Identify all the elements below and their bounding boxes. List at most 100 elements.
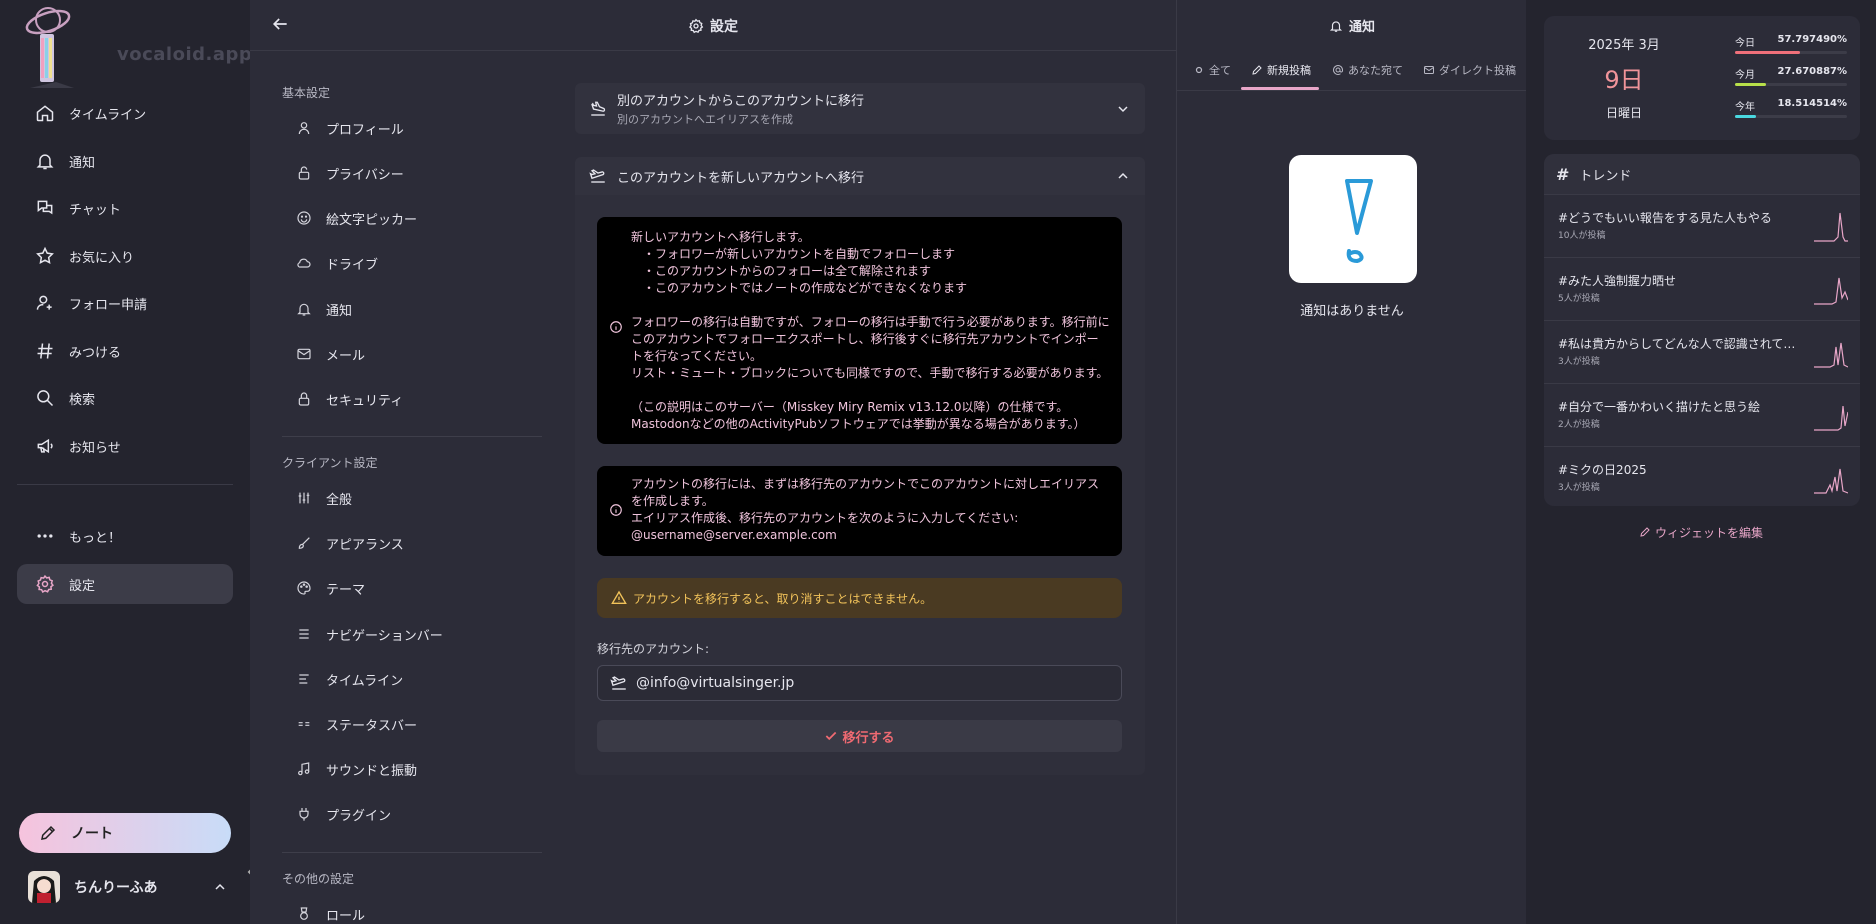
migrate-button[interactable]: 移行する	[597, 720, 1122, 752]
logo-text: vocaloid.app	[117, 44, 253, 65]
menu-item-label: セキュリティ	[326, 393, 404, 409]
trends-title: トレンド	[1579, 168, 1632, 184]
menu-item-label: テーマ	[326, 582, 366, 598]
menu-item-label: ナビゲーションバー	[326, 628, 443, 644]
menu-item-timeline[interactable]: タイムライン	[296, 664, 526, 694]
progress-track	[1735, 115, 1847, 118]
nav-item-follow-requests[interactable]: フォロー申請	[17, 283, 233, 323]
trend-count: 5人が投稿	[1558, 294, 1600, 304]
warning-text: アカウントを移行すると、取り消すことはできません。	[633, 591, 933, 606]
bell-icon	[1329, 19, 1343, 33]
menu-item-sound[interactable]: サウンドと振動	[296, 754, 526, 784]
nav-item-announcements[interactable]: お知らせ	[17, 426, 233, 466]
menu-item-drive[interactable]: ドライブ	[296, 248, 526, 278]
menu-item-label: 全般	[326, 492, 353, 508]
menu-item-profile[interactable]: プロフィール	[296, 113, 526, 143]
nav-item-explore[interactable]: みつける	[17, 331, 233, 371]
nav-item-label: 検索	[69, 392, 96, 408]
account-menu[interactable]: ちんりーふあ	[28, 869, 228, 905]
sliders-icon	[296, 490, 312, 506]
trend-sparkline	[1814, 468, 1848, 494]
trend-sparkline	[1814, 212, 1848, 242]
menu-item-label: ドライブ	[326, 257, 379, 273]
avatar	[28, 871, 60, 903]
compose-note-button[interactable]: ノート	[19, 813, 231, 853]
migrate-button-label: 移行する	[842, 730, 895, 746]
menu-item-roles[interactable]: ロール	[296, 899, 526, 924]
star-icon	[35, 246, 55, 266]
plug-icon	[296, 806, 312, 822]
menu-item-security[interactable]: セキュリティ	[296, 384, 526, 414]
tab-new-posts[interactable]: 新規投稿	[1251, 50, 1311, 90]
menu-divider	[282, 852, 542, 853]
menu-item-navbar[interactable]: ナビゲーションバー	[296, 619, 526, 649]
fold-subtitle: 別のアカウントへエイリアスを作成	[617, 113, 793, 126]
menu-section-client: クライアント設定	[282, 456, 378, 470]
menu-item-privacy[interactable]: プライバシー	[296, 158, 526, 188]
menu-item-label: プライバシー	[326, 167, 404, 183]
progress-value: 18.514514%	[1777, 98, 1847, 109]
column-title-text: 通知	[1348, 20, 1375, 35]
trend-item[interactable]: #みた人強制握力晒せ 5人が投稿	[1544, 257, 1860, 320]
trend-item[interactable]: #どうでもいい報告をする見た人もやる 10人が投稿	[1544, 194, 1860, 257]
notifications-header: 通知	[1177, 0, 1527, 50]
menu-item-general[interactable]: 全般	[296, 483, 526, 513]
menu-section-basic: 基本設定	[282, 86, 331, 100]
trend-count: 10人が投稿	[1558, 231, 1606, 241]
menu-item-theme[interactable]: テーマ	[296, 573, 526, 603]
nav-item-favorites[interactable]: お気に入り	[17, 236, 233, 276]
nav-item-more[interactable]: もっと！	[17, 516, 233, 556]
calendar-year-month: 2025年 3月	[1588, 38, 1660, 53]
nav-item-label: みつける	[69, 345, 122, 361]
calendar-day: 9日	[1604, 66, 1644, 94]
nav-item-label: フォロー申請	[69, 297, 148, 313]
empty-state-image	[1289, 155, 1417, 283]
nav-item-timeline[interactable]: タイムライン	[17, 93, 233, 133]
gear-icon	[35, 574, 55, 594]
menu-item-statusbar[interactable]: ステータスバー	[296, 709, 526, 739]
menu-item-emoji-picker[interactable]: 絵文字ピッカー	[296, 203, 526, 233]
trend-item[interactable]: #私は貴方からしてどんな人で認識されてるの… 3人が投稿	[1544, 320, 1860, 383]
migrate-to-account-body: 新しいアカウントへ移行します。 ・フォロワーが新しいアカウントを自動でフォローし…	[575, 195, 1145, 775]
target-account-label: 移行先のアカウント:	[597, 642, 710, 656]
nav-item-notifications[interactable]: 通知	[17, 141, 233, 181]
progress-track	[1735, 83, 1847, 86]
search-icon	[35, 388, 55, 408]
page-title: 設定	[250, 16, 1176, 36]
tab-direct[interactable]: ダイレクト投稿	[1423, 50, 1516, 90]
settings-header: 設定	[250, 0, 1176, 51]
chat-icon	[35, 198, 55, 218]
menu-item-label: サウンドと振動	[326, 763, 418, 779]
bell-icon	[296, 301, 312, 317]
trend-tag: #どうでもいい報告をする見た人もやる	[1558, 211, 1772, 225]
progress-label: 今月	[1735, 70, 1755, 81]
nav-item-label: チャット	[69, 202, 121, 218]
migrate-to-account-fold[interactable]: このアカウントを新しいアカウントへ移行	[575, 157, 1145, 195]
menu-item-plugins[interactable]: プラグイン	[296, 799, 526, 829]
nav-divider	[17, 484, 233, 485]
progress-fill	[1735, 51, 1800, 54]
instance-logo[interactable]: vocaloid.app	[22, 4, 252, 94]
trend-item[interactable]: #ミクの日2025 3人が投稿	[1544, 446, 1860, 506]
nav-item-settings[interactable]: 設定	[17, 564, 233, 604]
progress-fill	[1735, 83, 1767, 86]
gear-icon	[688, 18, 704, 34]
target-account-input[interactable]: @info@virtualsinger.jp	[597, 665, 1122, 701]
tab-mentions[interactable]: あなた宛て	[1332, 50, 1403, 90]
target-account-value: @info@virtualsinger.jp	[636, 675, 795, 691]
more-dots-icon	[35, 526, 55, 546]
hash-icon: #	[1556, 164, 1570, 184]
nav-item-search[interactable]: 検索	[17, 378, 233, 418]
menu-item-appearance[interactable]: アピアランス	[296, 528, 526, 558]
menu-item-label: ステータスバー	[326, 718, 418, 734]
edit-widgets-link[interactable]: ウィジェットを編集	[1526, 524, 1876, 541]
info-icon	[609, 320, 623, 334]
migrate-from-account-fold[interactable]: 別のアカウントからこのアカウントに移行 別のアカウントへエイリアスを作成	[575, 83, 1145, 134]
trend-item[interactable]: #自分で一番かわいく描けたと思う絵 2人が投稿	[1544, 383, 1860, 446]
menu-item-email[interactable]: メール	[296, 339, 526, 369]
menu-item-notifications[interactable]: 通知	[296, 294, 526, 324]
tab-all[interactable]: 全て	[1193, 50, 1231, 90]
tab-label: ダイレクト投稿	[1439, 64, 1516, 77]
at-icon	[1332, 64, 1344, 76]
nav-item-chat[interactable]: チャット	[17, 188, 233, 228]
